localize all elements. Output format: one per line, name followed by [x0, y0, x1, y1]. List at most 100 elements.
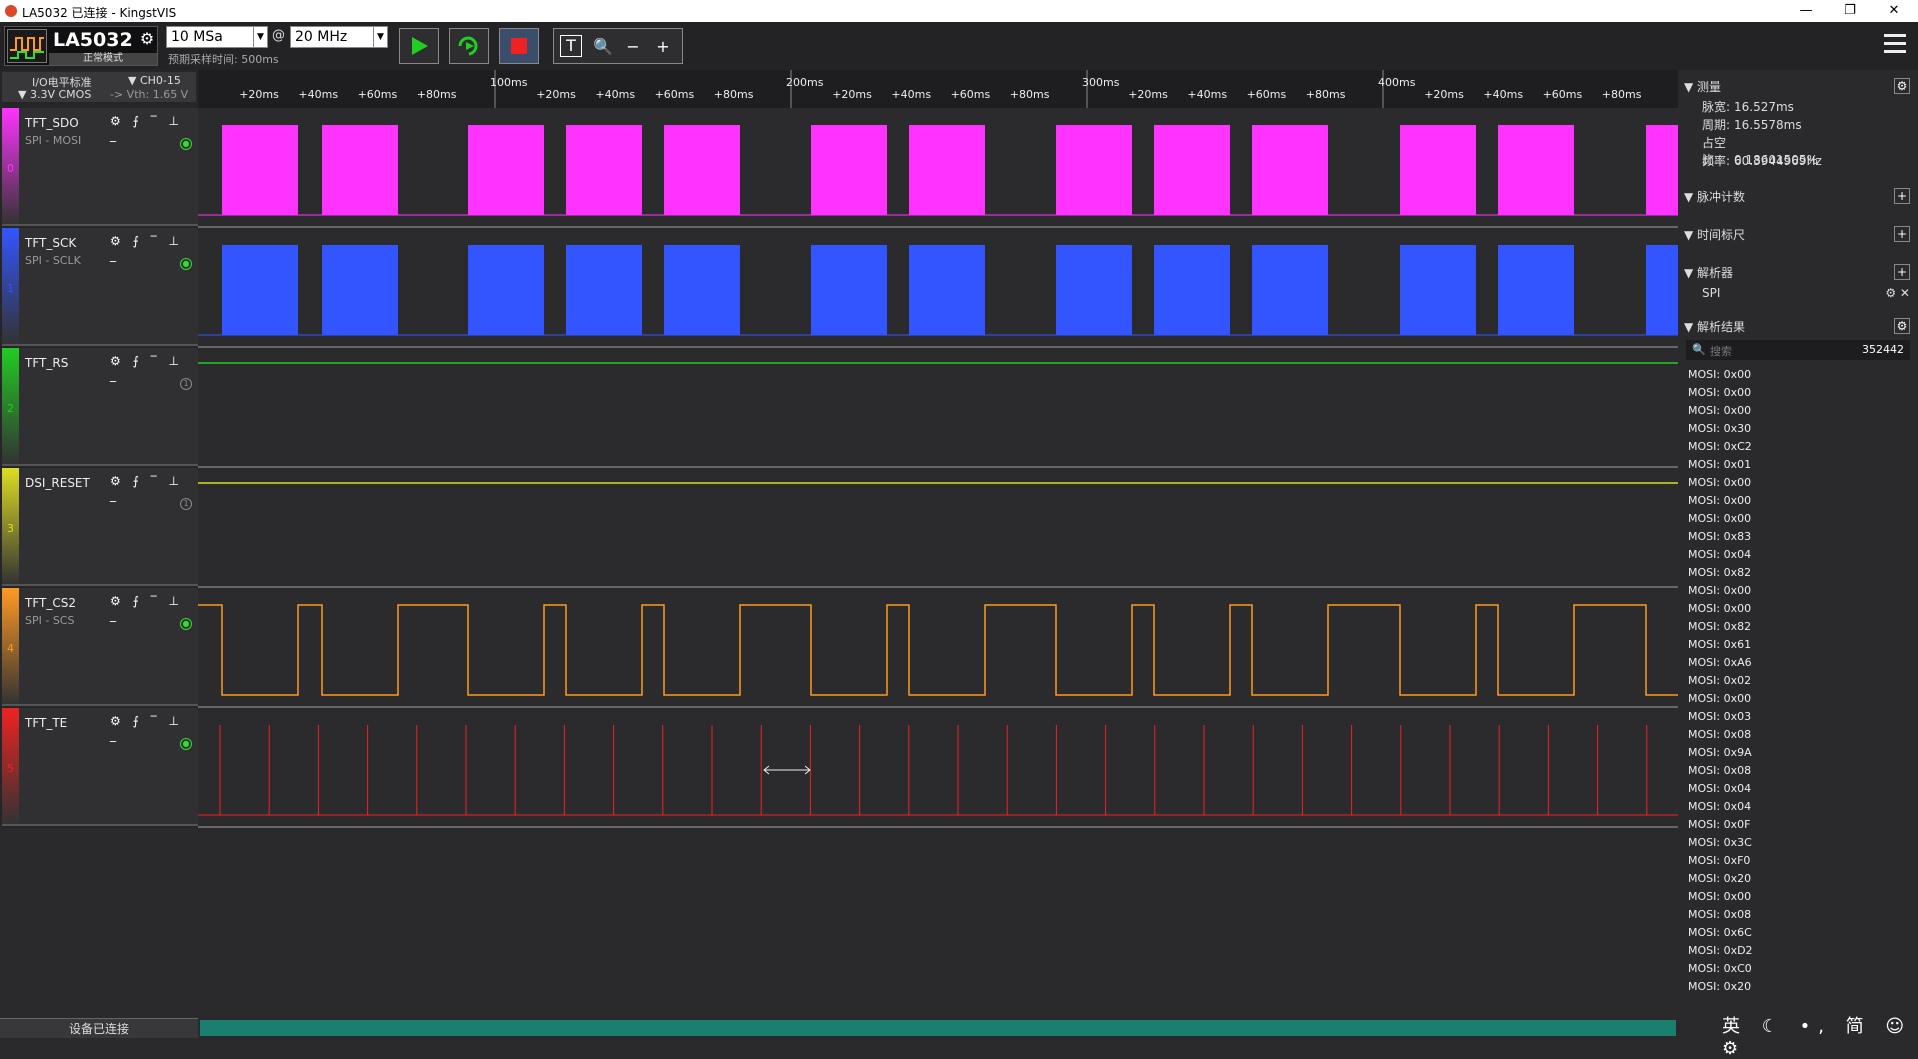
menu-icon[interactable]: [1884, 34, 1906, 56]
result-item[interactable]: MOSI: 0x00: [1688, 584, 1751, 597]
result-item[interactable]: MOSI: 0xF0: [1688, 854, 1750, 867]
channel-name[interactable]: TFT_TE: [25, 716, 67, 730]
time-ruler-section[interactable]: ▼ 时间标尺 +: [1684, 226, 1914, 243]
result-item[interactable]: MOSI: 0x00: [1688, 368, 1751, 381]
result-item[interactable]: MOSI: 0x08: [1688, 728, 1751, 741]
channel-activity-icon: ●: [180, 138, 192, 150]
window-title: LA5032 已连接 - KingstVIS: [22, 6, 177, 20]
result-item[interactable]: MOSI: 0x20: [1688, 980, 1751, 993]
result-item[interactable]: MOSI: 0x9A: [1688, 746, 1752, 759]
channel-name[interactable]: TFT_SDO: [25, 116, 79, 130]
plus-icon[interactable]: +: [1894, 264, 1910, 280]
result-item[interactable]: MOSI: 0x00: [1688, 494, 1751, 507]
result-item[interactable]: MOSI: 0x00: [1688, 692, 1751, 705]
result-item[interactable]: MOSI: 0x04: [1688, 782, 1751, 795]
result-item[interactable]: MOSI: 0x00: [1688, 890, 1751, 903]
result-item[interactable]: MOSI: 0x00: [1688, 476, 1751, 489]
result-item[interactable]: MOSI: 0x3C: [1688, 836, 1752, 849]
zoom-out-icon[interactable]: −: [620, 35, 646, 59]
channel-row[interactable]: 1 TFT_SCK SPI - SCLK ⚙ ⨍ ‾ ⊥ _ ●: [2, 228, 198, 346]
channel-name[interactable]: TFT_CS2: [25, 596, 76, 610]
result-item[interactable]: MOSI: 0x20: [1688, 872, 1751, 885]
channel-row[interactable]: 0 TFT_SDO SPI - MOSI ⚙ ⨍ ‾ ⊥ _ ●: [2, 108, 198, 226]
sample-depth-select[interactable]: 10 MSa ▼: [166, 26, 268, 48]
close-button[interactable]: ✕: [1874, 2, 1914, 20]
ime-toolbar[interactable]: 英 ☾ •, 简 ☺ ⚙: [1722, 1012, 1918, 1059]
result-item[interactable]: MOSI: 0x00: [1688, 602, 1751, 615]
result-item[interactable]: MOSI: 0xD2: [1688, 944, 1753, 957]
ruler-minor-label: +20ms: [536, 88, 576, 101]
plus-icon[interactable]: +: [1894, 226, 1910, 242]
loop-play-icon: [458, 36, 478, 56]
channel-number: 1: [7, 282, 14, 295]
stop-button[interactable]: [499, 28, 539, 64]
measure-section[interactable]: ▼ 测量 ⚙: [1684, 78, 1914, 95]
device-box[interactable]: LA5032 ⚙ 正常模式: [4, 26, 158, 66]
channel-name[interactable]: TFT_RS: [25, 356, 68, 370]
channel-name[interactable]: DSI_RESET: [25, 476, 90, 490]
zoom-in-icon[interactable]: +: [650, 35, 676, 59]
analyzer-item-spi[interactable]: SPI ⚙ ✕: [1702, 286, 1914, 300]
text-tool-icon[interactable]: T: [560, 35, 582, 57]
result-item[interactable]: MOSI: 0x01: [1688, 458, 1751, 471]
ruler-minor-label: +80ms: [1010, 88, 1050, 101]
result-item[interactable]: MOSI: 0x00: [1688, 512, 1751, 525]
gear-icon[interactable]: ⚙: [1894, 78, 1910, 94]
search-input[interactable]: 搜索: [1710, 343, 1732, 359]
plus-icon[interactable]: +: [1894, 188, 1910, 204]
result-item[interactable]: MOSI: 0x00: [1688, 404, 1751, 417]
channel-name[interactable]: TFT_SCK: [25, 236, 76, 250]
waveform-area[interactable]: 100ms 200ms 300ms 400ms +20ms +40ms +60ms +80ms…: [198, 70, 1678, 1018]
result-item[interactable]: MOSI: 0x82: [1688, 566, 1751, 579]
channel-lane: [198, 350, 1678, 466]
result-item[interactable]: MOSI: 0xC0: [1688, 962, 1752, 975]
maximize-button[interactable]: ❐: [1830, 2, 1870, 20]
spi-burst-0: [811, 125, 887, 215]
sample-rate-select[interactable]: 20 MHz ▼: [290, 26, 388, 48]
channel-activity-icon: 1: [180, 498, 192, 510]
ruler-minor-label: +80ms: [1602, 88, 1642, 101]
minimize-button[interactable]: —: [1786, 2, 1826, 20]
pulse-count-section[interactable]: ▼ 脉冲计数 +: [1684, 188, 1914, 205]
channel-row[interactable]: 3 DSI_RESET ⚙ ⨍ ‾ ⊥ _ 1: [2, 468, 198, 586]
result-item[interactable]: MOSI: 0x6C: [1688, 926, 1752, 939]
result-item[interactable]: MOSI: 0x02: [1688, 674, 1751, 687]
result-item[interactable]: MOSI: 0x08: [1688, 908, 1751, 921]
result-item[interactable]: MOSI: 0xC2: [1688, 440, 1752, 453]
result-item[interactable]: MOSI: 0x61: [1688, 638, 1751, 651]
continuous-button[interactable]: [449, 28, 489, 64]
ruler-minor-label: +40ms: [1187, 88, 1227, 101]
channel-row[interactable]: 5 TFT_TE ⚙ ⨍ ‾ ⊥ _ ●: [2, 708, 198, 826]
result-item[interactable]: MOSI: 0x83: [1688, 530, 1751, 543]
result-item[interactable]: MOSI: 0x04: [1688, 800, 1751, 813]
result-item[interactable]: MOSI: 0x0F: [1688, 818, 1750, 831]
result-item[interactable]: MOSI: 0x30: [1688, 422, 1751, 435]
result-item[interactable]: MOSI: 0x03: [1688, 710, 1751, 723]
ruler-minor-label: +20ms: [1424, 88, 1464, 101]
result-item[interactable]: MOSI: 0x00: [1688, 386, 1751, 399]
result-item[interactable]: MOSI: 0x04: [1688, 548, 1751, 561]
gear-icon[interactable]: ⚙: [1894, 318, 1910, 334]
spi-burst-0: [1498, 125, 1574, 215]
result-item[interactable]: MOSI: 0x82: [1688, 620, 1751, 633]
channel-row[interactable]: 4 TFT_CS2 SPI - SCS ⚙ ⨍ ‾ ⊥ _ ●: [2, 588, 198, 706]
result-item[interactable]: MOSI: 0x08: [1688, 764, 1751, 777]
spi-burst-1: [664, 245, 740, 335]
spi-burst-0: [322, 125, 398, 215]
results-search[interactable]: 🔍 搜索 352442: [1686, 340, 1910, 360]
io-level[interactable]: ▼ 3.3V CMOS: [18, 88, 91, 101]
right-panel: ▼ 测量 ⚙ 脉宽: 16.527ms 周期: 16.5578ms 占空比: 0.18601…: [1680, 70, 1918, 1038]
measure-row: 频率: 60.3944969Hz: [1702, 152, 1822, 169]
device-settings-gear-icon[interactable]: ⚙: [137, 29, 157, 51]
ruler-major-label: 200ms: [786, 76, 824, 89]
channel-range[interactable]: ▼ CH0-15: [128, 74, 181, 87]
gear-close-icon[interactable]: ⚙ ✕: [1885, 286, 1910, 300]
start-button[interactable]: [399, 28, 439, 64]
result-item[interactable]: MOSI: 0xA6: [1688, 656, 1752, 669]
results-section[interactable]: ▼ 解析结果 ⚙: [1684, 318, 1914, 335]
channel-row[interactable]: 2 TFT_RS ⚙ ⨍ ‾ ⊥ _ 1: [2, 348, 198, 466]
zoom-fit-icon[interactable]: 🔍: [590, 35, 616, 59]
progress-bar: [200, 1020, 1676, 1036]
analyzer-section[interactable]: ▼ 解析器 +: [1684, 264, 1914, 281]
io-standard-header[interactable]: I/O电平标准 ▼ CH0-15 ▼ 3.3V CMOS -> Vth: 1.6…: [2, 72, 196, 102]
